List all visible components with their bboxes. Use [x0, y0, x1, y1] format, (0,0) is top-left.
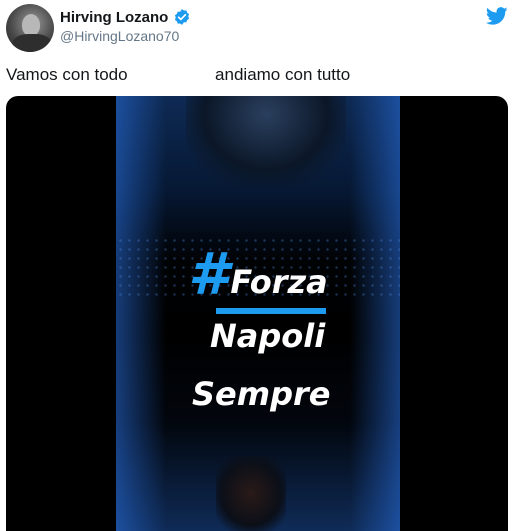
- avatar-face: [22, 14, 40, 36]
- video-player[interactable]: # Forza Napoli Sempre: [6, 96, 508, 531]
- tweet-text-after: andiamo con tutto: [210, 65, 351, 84]
- flexed-biceps-emoji: [134, 64, 158, 125]
- video-glow-left: [116, 96, 166, 531]
- video-slogan: # Forza Napoli Sempre: [188, 240, 388, 414]
- video-player-figure-top: [186, 96, 346, 186]
- author-display-name[interactable]: Hirving Lozano: [60, 9, 168, 26]
- slogan-napoli: Napoli: [210, 317, 326, 355]
- avatar[interactable]: [6, 4, 54, 52]
- author-handle[interactable]: @HirvingLozano70: [60, 28, 179, 44]
- slogan-hashtag-symbol: #: [188, 240, 229, 308]
- blue-heart-emoji: [186, 64, 210, 124]
- tweet-text: Vamos con todo andiamo con tutto: [6, 64, 351, 126]
- slogan-line-1: # Forza: [188, 240, 388, 308]
- avatar-body: [12, 34, 52, 52]
- slogan-underline: [216, 308, 326, 314]
- slogan-sempre: Sempre: [192, 375, 331, 413]
- author-name-row[interactable]: Hirving Lozano: [60, 8, 191, 26]
- video-frame[interactable]: # Forza Napoli Sempre: [116, 96, 400, 531]
- twitter-bird-icon[interactable]: [485, 5, 509, 27]
- slogan-forza: Forza: [230, 263, 328, 301]
- tweet-text-before: Vamos con todo: [6, 65, 133, 84]
- tweet-header: Hirving Lozano @HirvingLozano70: [0, 0, 521, 56]
- verified-badge-icon: [175, 9, 190, 25]
- thumbs-up-emoji: [160, 64, 184, 126]
- video-player-figure-bottom: [216, 456, 286, 531]
